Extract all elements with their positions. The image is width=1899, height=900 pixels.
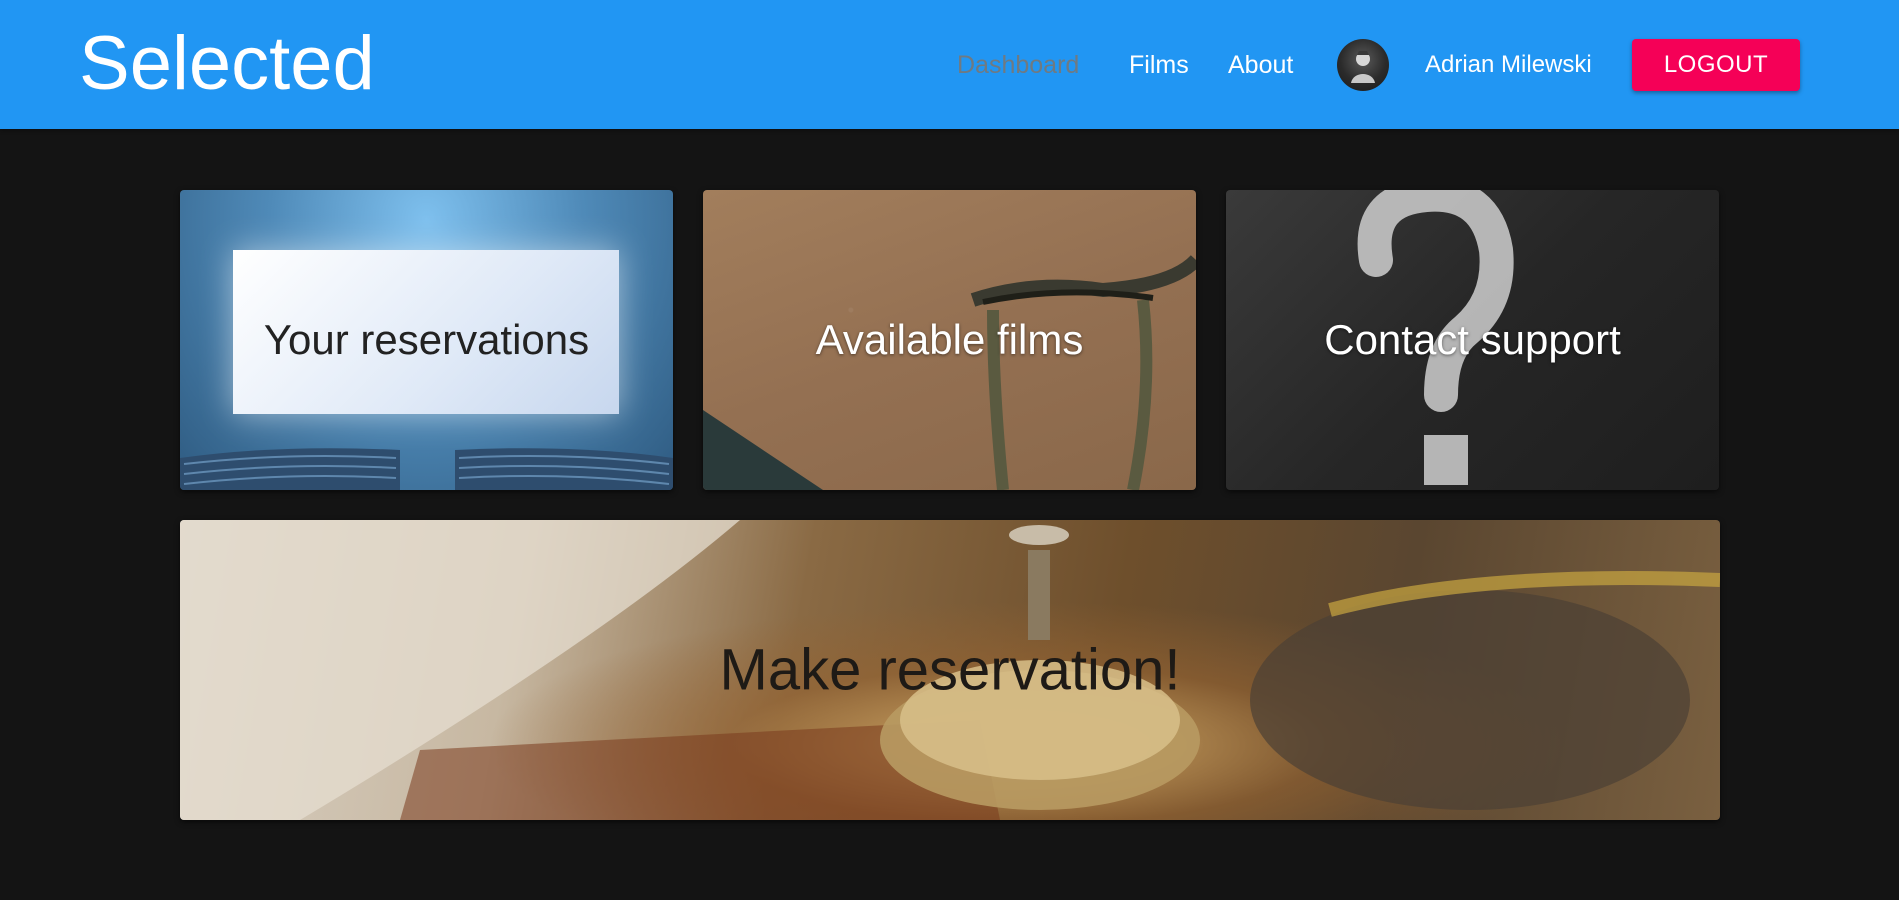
brand-logo[interactable]: Selected [79, 18, 375, 110]
make-reservation-card[interactable]: Make reservation! [180, 520, 1720, 820]
card-label-reservations: Your reservations [263, 316, 590, 363]
card-label-make-reservation: Make reservation! [719, 637, 1181, 703]
user-name: Adrian Milewski [1425, 51, 1592, 78]
card-label-films: Available films [815, 316, 1084, 363]
nav-about[interactable]: About [1228, 48, 1293, 82]
user-avatar-icon[interactable] [1337, 39, 1389, 91]
contact-support-card[interactable]: Contact support [1226, 190, 1719, 490]
nav-dashboard[interactable]: Dashboard [957, 48, 1079, 82]
nav-films[interactable]: Films [1129, 48, 1189, 82]
logout-button[interactable]: LOGOUT [1632, 39, 1800, 91]
card-label-support: Contact support [1324, 316, 1621, 363]
your-reservations-card[interactable]: Your reservations [180, 190, 673, 490]
available-films-card[interactable]: Available films [703, 190, 1196, 490]
top-navbar: Selected Dashboard Films About Adrian Mi… [0, 0, 1899, 129]
